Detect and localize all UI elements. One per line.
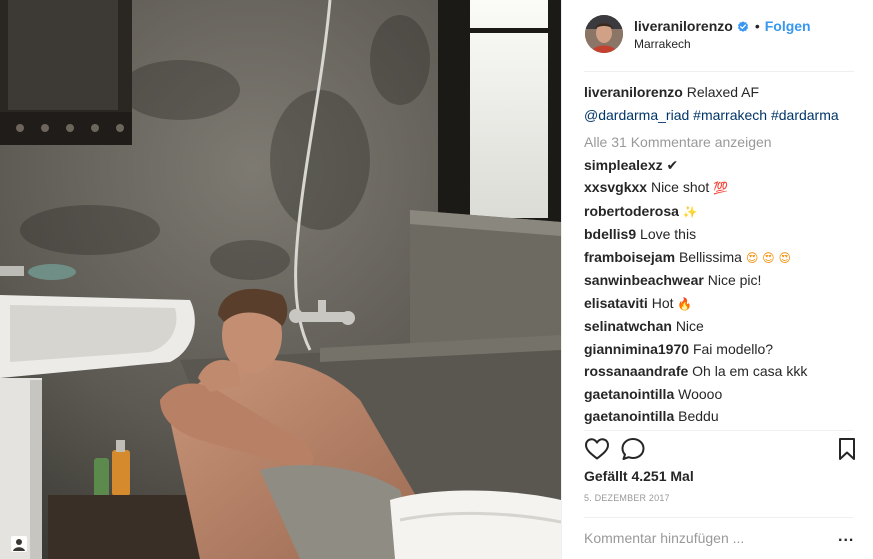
caption: liveranilorenzo Relaxed AF @dardarma_ria…: [584, 81, 859, 126]
post-panel: liveranilorenzo • Folgen Marrakech liver…: [561, 0, 873, 559]
comment-item: simplealexz ✔: [584, 154, 859, 177]
comment-list: simplealexz ✔ xxsvgkxx Nice shot 💯 roberto…: [584, 154, 859, 431]
username-row: liveranilorenzo • Folgen: [634, 17, 811, 35]
more-options-button[interactable]: ...: [838, 529, 854, 545]
comment-username[interactable]: robertoderosa: [584, 203, 679, 219]
comment-item: bdellis9 Love this: [584, 223, 859, 246]
add-comment-divider: [584, 517, 853, 518]
follow-button[interactable]: Folgen: [765, 18, 811, 34]
post-header: liveranilorenzo • Folgen Marrakech: [562, 0, 873, 72]
bookmark-icon[interactable]: [834, 436, 860, 462]
comment-text: Nice shot: [650, 179, 710, 195]
location-link[interactable]: Marrakech: [634, 37, 691, 51]
comment-item: gaetanointilla Woooo: [584, 383, 859, 406]
comment-text: Nice pic!: [707, 272, 762, 288]
comment-username[interactable]: xxsvgkxx: [584, 179, 647, 195]
comment-item: selinatwchan Nice: [584, 315, 859, 338]
comment-emoji-icon: ✨: [682, 204, 698, 219]
comment-username[interactable]: selinatwchan: [584, 318, 672, 334]
comment-text: Beddu: [678, 408, 719, 424]
comment-item: framboisejam Bellissima 😍 😍 😍: [584, 246, 859, 270]
comment-item: sanwinbeachwear Nice pic!: [584, 269, 859, 292]
comment-text: Fai modello?: [692, 340, 774, 357]
comment-emoji-icon: 😍 😍 😍: [745, 250, 792, 265]
comment-text: Bellissima: [678, 248, 742, 265]
avatar-image: [585, 15, 623, 53]
comment-item: rossanaandrafe Oh la em casa kkk: [584, 360, 859, 383]
heart-icon[interactable]: [584, 436, 610, 462]
add-comment-input[interactable]: [584, 528, 814, 548]
comment-text: Oh la em casa kkk: [692, 363, 808, 379]
photo-illustration: [0, 0, 561, 559]
comment-username[interactable]: rossanaandrafe: [584, 363, 688, 379]
caption-text: Relaxed AF: [686, 84, 760, 100]
header-divider: [584, 71, 854, 72]
comment-icon[interactable]: [620, 436, 646, 462]
comment-username[interactable]: elisataviti: [584, 295, 648, 311]
hashtag-link[interactable]: #dardarma: [771, 107, 839, 123]
comment-item: gaetanointilla Beddu: [584, 405, 859, 428]
comment-username[interactable]: gaetanointilla: [584, 408, 674, 424]
comments-section: liveranilorenzo Relaxed AF @dardarma_ria…: [584, 81, 859, 430]
caption-mention[interactable]: @dardarma_riad: [584, 107, 689, 123]
verified-badge-icon: [737, 20, 749, 32]
separator-dot: •: [754, 18, 760, 34]
avatar[interactable]: [585, 15, 623, 53]
comment-username[interactable]: sanwinbeachwear: [584, 272, 704, 288]
comment-text: ✔: [666, 156, 679, 173]
caption-username[interactable]: liveranilorenzo: [584, 84, 683, 100]
likes-count[interactable]: Gefällt 4.251 Mal: [584, 468, 694, 484]
hashtag-link[interactable]: #marrakech: [693, 107, 767, 123]
actions-divider: [584, 430, 853, 431]
comment-username[interactable]: giannimina1970: [584, 341, 689, 357]
comment-item: xxsvgkxx Nice shot 💯: [584, 176, 859, 200]
comment-username[interactable]: framboisejam: [584, 249, 675, 265]
post-photo[interactable]: [0, 0, 561, 559]
comment-text: Nice: [675, 318, 704, 334]
username[interactable]: liveranilorenzo: [634, 18, 733, 34]
comment-text: Woooo: [678, 385, 723, 402]
view-all-comments-button[interactable]: Alle 31 Kommentare anzeigen: [584, 131, 859, 154]
comment-emoji-icon: 🔥: [677, 296, 693, 311]
action-bar: [584, 436, 856, 464]
comment-item: elisataviti Hot 🔥: [584, 292, 859, 316]
comment-item: robertoderosa ✨: [584, 200, 859, 224]
comment-username[interactable]: gaetanointilla: [584, 386, 674, 402]
comment-username[interactable]: bdellis9: [584, 226, 636, 242]
comment-text: Hot: [651, 294, 674, 311]
comment-item: giannimina1970 Fai modello?: [584, 338, 859, 361]
comment-text: Love this: [640, 226, 697, 242]
comment-emoji-icon: 💯: [713, 181, 729, 195]
post-date: 5. DEZEMBER 2017: [584, 493, 670, 503]
comment-username[interactable]: simplealexz: [584, 157, 663, 173]
